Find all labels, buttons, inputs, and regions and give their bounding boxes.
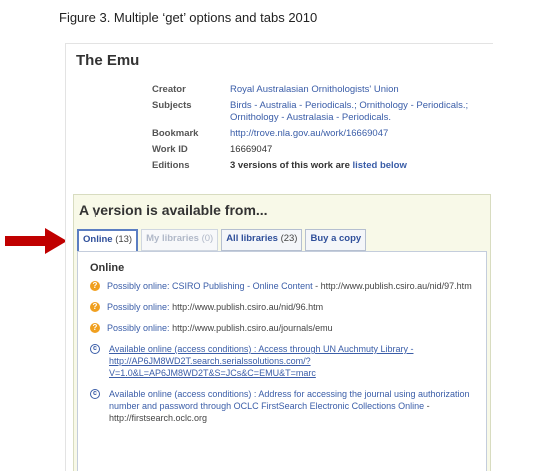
result-separator: -: [424, 401, 430, 411]
warning-circle-icon: ?: [90, 302, 100, 312]
bookmark-link[interactable]: http://trove.nla.gov.au/work/16669047: [230, 128, 487, 140]
text-cursor-icon: I: [94, 209, 97, 220]
online-section-heading: Online: [90, 262, 125, 274]
bookmark-label: Bookmark: [152, 128, 199, 139]
tab-my-libraries-label: My libraries: [146, 233, 199, 244]
result-url: http://firstsearch.oclc.org: [109, 413, 208, 423]
workid-label: Work ID: [152, 144, 188, 155]
result-text: Possibly online: CSIRO Publishing - Onli…: [107, 280, 475, 292]
availability-heading: A version is available from...: [79, 202, 268, 218]
result-text: Available online (access conditions) : A…: [109, 343, 475, 379]
result-text: Available online (access conditions) : A…: [109, 388, 475, 424]
work-title: The Emu: [76, 52, 140, 69]
availability-box: A version is available from... I Online …: [73, 194, 491, 471]
warning-circle-icon: ?: [90, 323, 100, 333]
work-metadata: Creator Royal Australasian Ornithologist…: [152, 84, 487, 176]
warning-circle-icon: ?: [90, 281, 100, 291]
result-link[interactable]: Available online (access conditions) : A…: [109, 344, 413, 378]
tab-buy-a-copy-label: Buy a copy: [310, 233, 362, 244]
editions-label: Editions: [152, 160, 190, 171]
copyright-circle-icon: c: [90, 389, 100, 399]
result-link[interactable]: Possibly online:: [107, 302, 170, 312]
online-tab-panel: Online ? Possibly online: CSIRO Publishi…: [77, 251, 487, 471]
subjects-label: Subjects: [152, 100, 192, 111]
tab-online-count: (13): [115, 234, 133, 245]
tab-online-label: Online: [83, 234, 113, 245]
result-link[interactable]: Possibly online: CSIRO Publishing - Onli…: [107, 281, 313, 291]
list-item: c Available online (access conditions) :…: [90, 388, 475, 424]
result-url: http://www.publish.csiro.au/nid/96.htm: [172, 302, 324, 312]
editions-text: 3 versions of this work are: [230, 160, 350, 171]
tab-my-libraries-count: (0): [201, 233, 214, 244]
bookmark-row: Bookmark http://trove.nla.gov.au/work/16…: [152, 128, 487, 140]
result-text: Possibly online: http://www.publish.csir…: [107, 301, 475, 313]
workid-row: Work ID 16669047: [152, 144, 487, 156]
result-link[interactable]: Available online (access conditions) : A…: [109, 389, 470, 411]
creator-row: Creator Royal Australasian Ornithologist…: [152, 84, 487, 96]
result-link[interactable]: Possibly online:: [107, 323, 170, 333]
availability-tabs: Online (13) My libraries (0) All librari…: [77, 229, 367, 251]
result-text: Possibly online: http://www.publish.csir…: [107, 322, 475, 334]
list-item: c Available online (access conditions) :…: [90, 343, 475, 379]
list-item: ? Possibly online: http://www.publish.cs…: [90, 301, 475, 313]
tab-online[interactable]: Online (13): [77, 229, 139, 251]
result-url: http://www.publish.csiro.au/nid/97.htm: [320, 281, 472, 291]
online-results-list: ? Possibly online: CSIRO Publishing - On…: [90, 280, 475, 433]
creator-link[interactable]: Royal Australasian Ornithologists' Union: [230, 84, 487, 96]
editions-row: Editions 3 versions of this work are lis…: [152, 160, 487, 172]
editions-value: 3 versions of this work are listed below: [230, 160, 487, 172]
creator-label: Creator: [152, 84, 186, 95]
result-url: http://www.publish.csiro.au/journals/emu: [172, 323, 333, 333]
list-item: ? Possibly online: http://www.publish.cs…: [90, 322, 475, 334]
tab-all-libraries-count: (23): [280, 233, 298, 244]
tab-all-libraries[interactable]: All libraries (23): [221, 229, 303, 251]
result-separator: -: [312, 281, 321, 291]
copyright-circle-icon: c: [90, 344, 100, 354]
tab-buy-a-copy[interactable]: Buy a copy: [305, 229, 367, 251]
list-item: ? Possibly online: CSIRO Publishing - On…: [90, 280, 475, 292]
tab-my-libraries[interactable]: My libraries (0): [141, 229, 219, 251]
subjects-row: Subjects Birds - Australia - Periodicals…: [152, 100, 487, 124]
workid-value: 16669047: [230, 144, 273, 155]
tab-all-libraries-label: All libraries: [226, 233, 278, 244]
work-panel: The Emu Creator Royal Australasian Ornit…: [65, 43, 493, 471]
red-arrow-icon: [5, 228, 67, 254]
figure-caption: Figure 3. Multiple ‘get’ options and tab…: [59, 10, 318, 25]
listed-below-link[interactable]: listed below: [353, 160, 407, 171]
subjects-links[interactable]: Birds - Australia - Periodicals.; Ornith…: [230, 100, 487, 124]
